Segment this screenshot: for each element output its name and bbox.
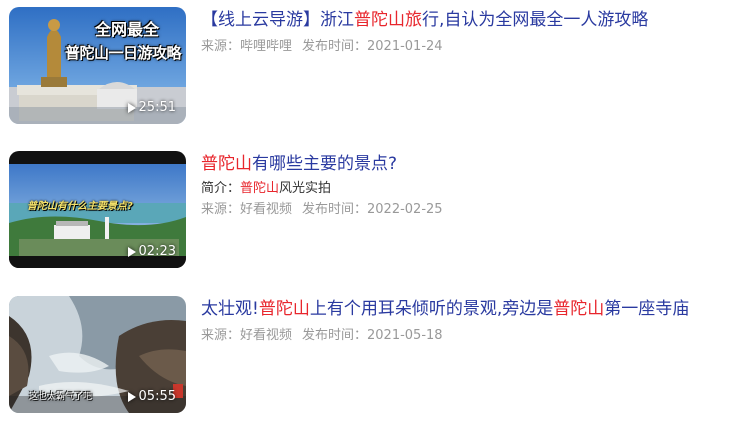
- title-highlight: 旅: [405, 10, 422, 30]
- result-meta: 来源：哔哩哔哩 发布时间：2021-01-24: [201, 38, 721, 56]
- title-text: 【线上云导游】浙江: [201, 10, 354, 30]
- video-title-link[interactable]: 【线上云导游】浙江普陀山旅行,自认为全网最全一人游攻略: [201, 7, 721, 33]
- video-result: 全网最全 普陀山一日游攻略 25:51 【线上云导游】浙江普陀山旅行,自认为全网…: [9, 7, 729, 125]
- video-result: 这也太霸气了吧 05:55 太壮观!普陀山上有个用耳朵倾听的景观,旁边是普陀山第…: [9, 296, 729, 414]
- result-info: 【线上云导游】浙江普陀山旅行,自认为全网最全一人游攻略 来源：哔哩哔哩 发布时间：…: [201, 7, 721, 56]
- publish-date: 发布时间：2021-05-18: [302, 328, 443, 343]
- intro-label: 简介：: [201, 181, 241, 196]
- result-meta: 来源：好看视频 发布时间：2022-02-25: [201, 201, 721, 219]
- duration-text: 25:51: [138, 100, 176, 115]
- title-text: 太壮观!: [201, 299, 259, 319]
- video-duration: 05:55: [127, 389, 176, 405]
- duration-text: 02:23: [138, 244, 176, 259]
- thumbnail-caption: 普陀山有什么主要景点?: [27, 201, 133, 212]
- result-meta: 来源：好看视频 发布时间：2021-05-18: [201, 327, 721, 345]
- intro-highlight: 普陀山: [240, 181, 280, 196]
- publish-date: 发布时间：2021-01-24: [302, 39, 443, 54]
- video-thumbnail[interactable]: 全网最全 普陀山一日游攻略 25:51: [9, 7, 186, 124]
- play-icon: [127, 247, 136, 257]
- video-title-link[interactable]: 普陀山有哪些主要的景点?: [201, 151, 721, 177]
- video-duration: 02:23: [127, 244, 176, 260]
- video-title-link[interactable]: 太壮观!普陀山上有个用耳朵倾听的景观,旁边是普陀山第一座寺庙: [201, 296, 721, 322]
- thumbnail-caption: 普陀山一日游攻略: [65, 44, 182, 62]
- play-icon: [127, 392, 136, 402]
- publish-date: 发布时间：2022-02-25: [302, 202, 443, 217]
- source-label: 来源：好看视频: [201, 328, 293, 343]
- title-text: 行,自认为全网最全一人游攻略: [422, 10, 649, 30]
- duration-text: 05:55: [138, 389, 176, 404]
- video-thumbnail[interactable]: 普陀山有什么主要景点? 02:23: [9, 151, 186, 268]
- thumbnail-caption: 这也太霸气了吧: [29, 392, 93, 402]
- source-label: 来源：哔哩哔哩: [201, 39, 293, 54]
- title-text: 有哪些主要的景点?: [252, 154, 398, 174]
- result-info: 太壮观!普陀山上有个用耳朵倾听的景观,旁边是普陀山第一座寺庙 来源：好看视频 发布…: [201, 296, 721, 345]
- title-text: 第一座寺庙: [604, 299, 690, 319]
- video-duration: 25:51: [127, 100, 176, 116]
- title-highlight: 普陀山: [258, 299, 310, 319]
- play-icon: [127, 103, 136, 113]
- source-label: 来源：好看视频: [201, 202, 293, 217]
- title-text: 上有个用耳朵倾听的景观,旁边是: [309, 299, 554, 319]
- title-highlight: 普陀山: [201, 154, 252, 174]
- title-highlight: 普陀山: [354, 10, 405, 30]
- title-highlight: 普陀山: [553, 299, 605, 319]
- result-info: 普陀山有哪些主要的景点? 简介：普陀山风光实拍 来源：好看视频 发布时间：2022…: [201, 151, 721, 219]
- thumbnail-caption: 全网最全: [95, 20, 160, 39]
- video-thumbnail[interactable]: 这也太霸气了吧 05:55: [9, 296, 186, 413]
- intro-text: 风光实拍: [279, 181, 332, 196]
- result-intro: 简介：普陀山风光实拍: [201, 180, 721, 198]
- video-result: 普陀山有什么主要景点? 02:23 普陀山有哪些主要的景点? 简介：普陀山风光实…: [9, 151, 729, 269]
